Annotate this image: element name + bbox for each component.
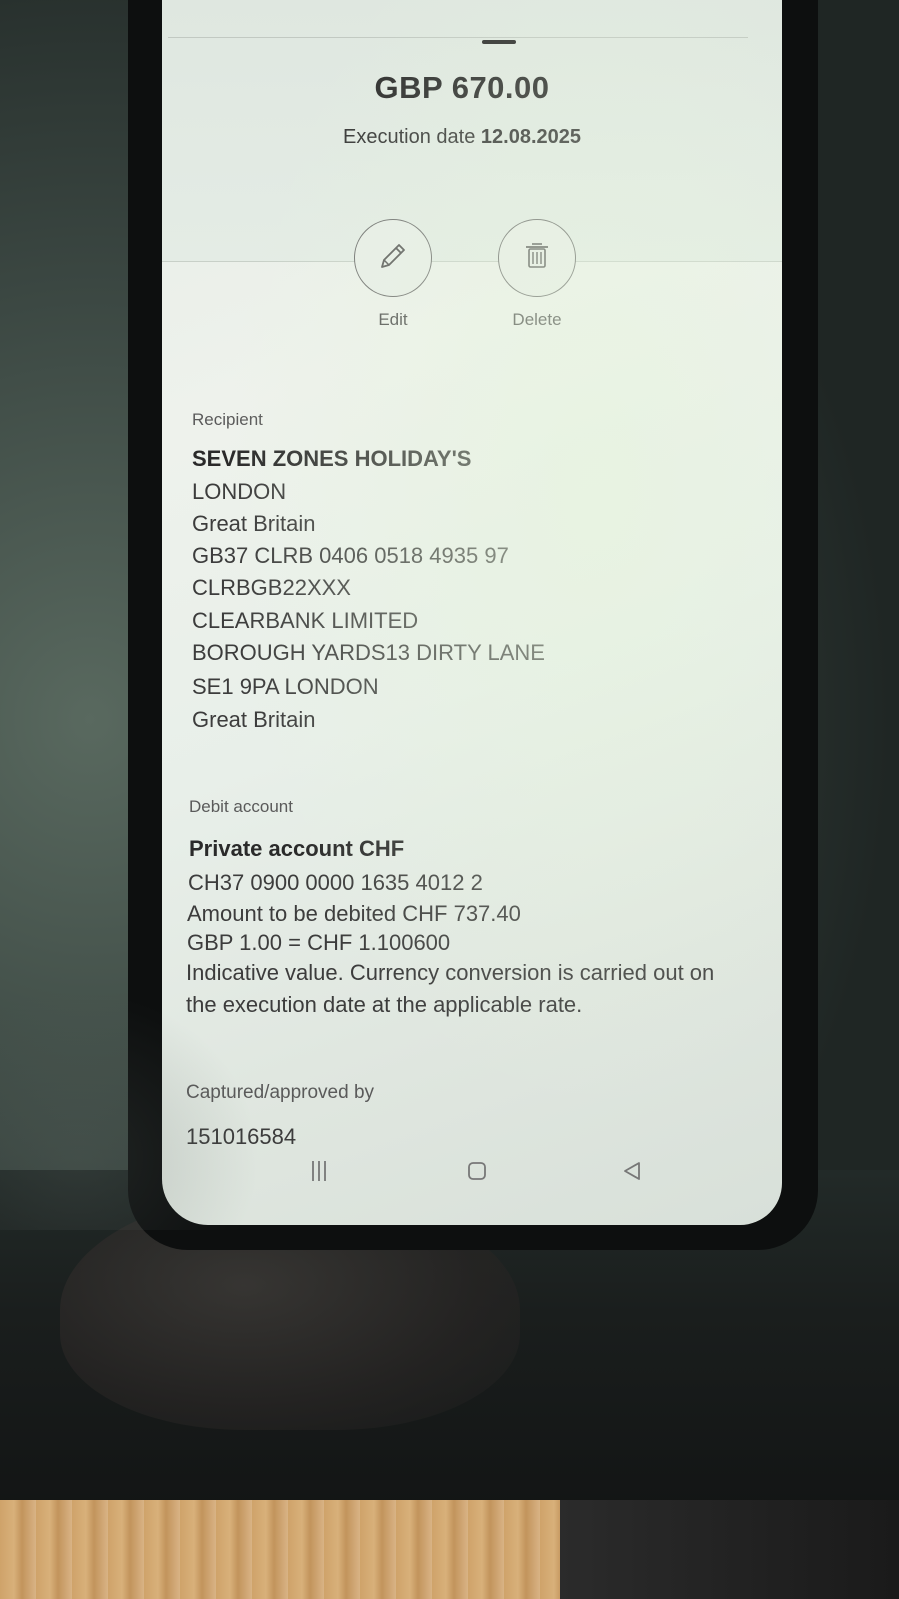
recipient-bank-country: Great Britain	[192, 707, 316, 732]
recipient-country: Great Britain	[192, 511, 316, 536]
home-icon	[465, 1159, 489, 1188]
table-shadow	[560, 1500, 899, 1599]
delete-button[interactable]	[498, 219, 576, 297]
conversion-note-line-1: Indicative value. Currency conversion is…	[186, 960, 715, 985]
phone-screen: GBP 670.00 Execution date 12.08.2025 Edi…	[162, 0, 782, 1225]
approval-section-label: Captured/approved by	[186, 1082, 375, 1103]
payment-amount: GBP 670.00	[374, 70, 550, 105]
edit-button[interactable]	[354, 219, 432, 297]
back-icon	[620, 1159, 644, 1188]
recent-apps-button[interactable]	[304, 1158, 334, 1188]
trash-icon	[518, 237, 556, 280]
pencil-icon	[374, 237, 412, 280]
back-button[interactable]	[617, 1158, 647, 1188]
recipient-city: LONDON	[192, 479, 287, 504]
recipient-name: SEVEN ZONES HOLIDAY'S	[192, 446, 472, 471]
delete-label[interactable]: Delete	[477, 310, 597, 330]
home-button[interactable]	[462, 1158, 492, 1188]
recipient-section-label: Recipient	[192, 410, 263, 429]
debit-account-name: Private account CHF	[189, 836, 405, 861]
divider	[168, 37, 748, 38]
amount-to-be-debited: Amount to be debited CHF 737.40	[187, 901, 521, 926]
recipient-bank-postcode: SE1 9PA LONDON	[192, 674, 379, 699]
approval-value: 151016584	[186, 1124, 297, 1149]
edit-label[interactable]: Edit	[333, 310, 453, 330]
debit-account-iban: CH37 0900 0000 1635 4012 2	[188, 870, 483, 895]
exchange-rate: GBP 1.00 = CHF 1.100600	[187, 930, 451, 955]
conversion-note-line-2: the execution date at the applicable rat…	[186, 992, 583, 1017]
drag-handle[interactable]	[482, 40, 516, 44]
recipient-bic: CLRBGB22XXX	[192, 575, 351, 600]
photo-background: GBP 670.00 Execution date 12.08.2025 Edi…	[0, 0, 899, 1599]
debit-section-label: Debit account	[189, 797, 293, 816]
execution-date-label: Execution date	[343, 126, 476, 148]
execution-date: Execution date 12.08.2025	[162, 126, 762, 149]
execution-date-value: 12.08.2025	[480, 126, 581, 148]
recent-apps-icon	[308, 1158, 330, 1189]
recipient-iban: GB37 CLRB 0406 0518 4935 97	[192, 543, 509, 568]
recipient-bank-address: BOROUGH YARDS13 DIRTY LANE	[192, 640, 545, 665]
recipient-bank-name: CLEARBANK LIMITED	[192, 608, 419, 633]
